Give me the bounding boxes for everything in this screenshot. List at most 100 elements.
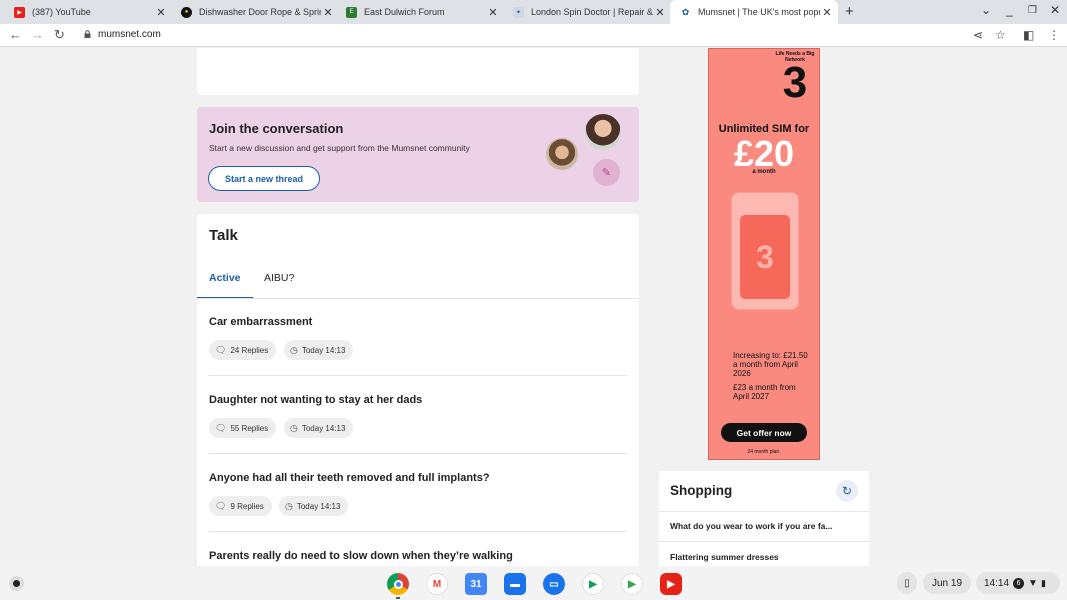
shopping-title: Shopping	[670, 483, 733, 498]
spin-doctor-favicon-icon: ✦	[513, 6, 524, 18]
thread-item[interactable]: Anyone had all their teeth removed and f…	[209, 472, 627, 516]
launcher-icon[interactable]	[9, 576, 24, 591]
thread-item[interactable]: Daughter not wanting to stay at her dads…	[209, 394, 627, 438]
comment-icon: 🗨	[215, 422, 227, 433]
thread-time: Today 14:13	[301, 423, 346, 433]
shopping-divider	[659, 511, 869, 512]
thread-divider	[209, 453, 627, 454]
gmail-app-icon[interactable]: M	[426, 573, 448, 595]
thread-title[interactable]: Daughter not wanting to stay at her dads	[209, 394, 627, 406]
tab-mumsnet[interactable]: ✿ Mumsnet | The UK's most popula ✕	[670, 0, 838, 24]
calendar-app-icon[interactable]: 31	[465, 573, 487, 595]
thread-item[interactable]: Car embarrassment 🗨 24 Replies ◷ Today 14:…	[209, 316, 627, 360]
battery-icon: ▮	[1040, 577, 1046, 588]
tab-title: Mumsnet | The UK's most popula	[698, 7, 820, 17]
time-chip: ◷ Today 14:13	[284, 418, 354, 438]
start-thread-button[interactable]: Start a new thread	[208, 166, 320, 191]
notification-count-badge: 6	[1013, 577, 1025, 589]
chrome-running-indicator	[396, 597, 400, 599]
tab-active[interactable]: Active	[209, 272, 241, 284]
reload-icon[interactable]: ↻	[54, 27, 65, 43]
tab-youtube[interactable]: ▶ (387) YouTube ✕	[4, 0, 172, 24]
tab-spin-doctor[interactable]: ✦ London Spin Doctor | Repair & In ✕	[503, 0, 671, 24]
replies-chip: 🗨 55 Replies	[209, 418, 277, 438]
close-tab-icon[interactable]: ✕	[820, 6, 834, 19]
youtube-favicon-icon: ▶	[14, 6, 25, 18]
close-tab-icon[interactable]: ✕	[653, 6, 667, 19]
three-mobile-ad[interactable]: Life Needs a Big Network 3 Unlimited SIM…	[708, 48, 820, 460]
forward-icon[interactable]: →	[31, 27, 44, 42]
new-tab-icon[interactable]: +	[845, 3, 854, 20]
share-icon[interactable]: ⋖	[973, 28, 983, 42]
tab-east-dulwich[interactable]: E East Dulwich Forum ✕	[336, 0, 504, 24]
talk-tabs: Active AIBU?	[197, 264, 639, 299]
date-display[interactable]: Jun 19	[923, 572, 971, 594]
tab-title: (387) YouTube	[32, 7, 91, 17]
thread-divider	[209, 531, 627, 532]
chrome-app-icon[interactable]	[387, 573, 409, 595]
thread-title[interactable]: Car embarrassment	[209, 316, 627, 328]
tab-dishwasher[interactable]: ● Dishwasher Door Rope & Spring ✕	[171, 0, 339, 24]
os-shelf: M 31 ▬ ▭ ▶ ▶ ▶ ▯ Jun 19 14:14 6 ▼ ▮	[0, 566, 1067, 600]
thread-title[interactable]: Parents really do need to slow down when…	[209, 550, 627, 562]
thread-title[interactable]: Anyone had all their teeth removed and f…	[209, 472, 627, 484]
join-title: Join the conversation	[209, 121, 344, 136]
shopping-item[interactable]: What do you wear to work if you are fa..…	[670, 521, 832, 531]
close-tab-icon[interactable]: ✕	[154, 6, 168, 19]
previous-card	[197, 48, 639, 95]
sim-chip-logo: 3	[740, 215, 790, 299]
mumsnet-favicon-icon: ✿	[680, 6, 691, 18]
status-tray[interactable]: 14:14 6 ▼ ▮	[976, 572, 1060, 594]
back-icon[interactable]: ←	[9, 27, 22, 42]
join-conversation-panel: Join the conversation Start a new discus…	[197, 107, 639, 202]
close-window-icon[interactable]: ✕	[1050, 3, 1060, 17]
pen-icon: ✎	[593, 159, 620, 186]
lock-icon	[84, 30, 91, 38]
messages-app-icon[interactable]: ▭	[543, 573, 565, 595]
minimize-icon[interactable]: _	[1006, 3, 1013, 17]
ad-small-print: 24 month plan.	[747, 449, 781, 455]
replies-count: 55 Replies	[230, 423, 269, 433]
replies-count: 24 Replies	[230, 345, 269, 355]
clock-icon: ◷	[290, 422, 298, 433]
thread-divider	[209, 375, 627, 376]
menu-icon[interactable]: ⋮	[1048, 28, 1060, 42]
get-offer-button[interactable]: Get offer now	[721, 423, 807, 442]
avatar-woman-icon	[585, 114, 621, 150]
time-chip: ◷ Today 14:13	[284, 340, 354, 360]
talk-title: Talk	[209, 227, 238, 244]
url-text[interactable]: mumsnet.com	[98, 29, 161, 40]
dishwasher-favicon-icon: ●	[181, 6, 192, 18]
ad-increase-2026: Increasing to: £21.50 a month from April…	[733, 351, 808, 378]
bookmark-star-icon[interactable]: ☆	[995, 28, 1006, 42]
close-tab-icon[interactable]: ✕	[486, 6, 500, 19]
close-tab-icon[interactable]: ✕	[321, 6, 335, 19]
youtube-app-icon[interactable]: ▶	[660, 573, 682, 595]
ad-increase-2027: £23 a month from April 2027	[733, 383, 796, 401]
meet-app-icon[interactable]: ▶	[582, 573, 604, 595]
tab-title: Dishwasher Door Rope & Spring	[199, 7, 321, 17]
talk-panel: Talk Active AIBU? Car embarrassment 🗨 24 …	[197, 214, 639, 566]
play-store-app-icon[interactable]: ▶	[621, 573, 643, 595]
time-chip: ◷ Today 14:13	[279, 496, 349, 516]
replies-chip: 🗨 24 Replies	[209, 340, 277, 360]
three-logo-icon: 3	[782, 58, 808, 107]
wifi-icon: ▼	[1028, 577, 1038, 589]
comment-icon: 🗨	[215, 344, 227, 355]
sim-card-icon: 3	[731, 192, 799, 310]
clock-icon: ◷	[290, 344, 298, 355]
shopping-item[interactable]: Flattering summer dresses	[670, 552, 779, 562]
ad-per-month: a month	[752, 169, 776, 175]
refresh-icon[interactable]: ↻	[836, 480, 858, 502]
tab-search-icon[interactable]: ⌄	[981, 3, 991, 17]
files-app-icon[interactable]: ▬	[504, 573, 526, 595]
browser-tab-strip: ▶ (387) YouTube ✕ ● Dishwasher Door Rope…	[0, 0, 1067, 24]
replies-chip: 🗨 9 Replies	[209, 496, 272, 516]
page-content: Join the conversation Start a new discus…	[0, 48, 1067, 566]
side-panel-icon[interactable]: ◧	[1023, 28, 1034, 42]
tab-aibu[interactable]: AIBU?	[264, 272, 294, 284]
tab-title: East Dulwich Forum	[364, 7, 445, 17]
restore-icon[interactable]: ❐	[1028, 5, 1037, 16]
phone-hub-icon[interactable]: ▯	[897, 572, 917, 594]
thread-item[interactable]: Parents really do need to slow down when…	[209, 550, 627, 562]
